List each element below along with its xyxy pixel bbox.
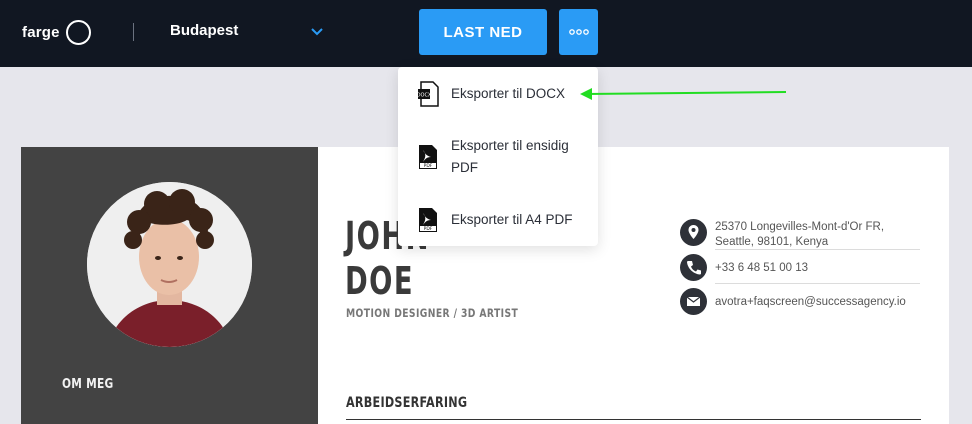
svg-text:PDF: PDF [424, 163, 433, 169]
location-pin-icon [680, 219, 707, 246]
section-divider [346, 419, 921, 420]
contact-divider [715, 249, 920, 250]
contact-email: avotra+faqscreen@successagency.io [680, 288, 920, 318]
menu-item-export-a4-pdf[interactable]: PDF Eksporter til A4 PDF [398, 205, 598, 235]
email-icon [680, 288, 707, 315]
email-address: avotra+faqscreen@successagency.io [715, 296, 906, 308]
menu-item-export-docx[interactable]: DOCX Eksporter til DOCX [398, 79, 598, 109]
menu-item-label: Eksporter til DOCX [451, 86, 566, 101]
download-button[interactable]: LAST NED [419, 9, 547, 55]
chevron-down-icon[interactable] [309, 24, 325, 40]
contact-divider [715, 283, 920, 284]
menu-item-label-line2: PDF [451, 160, 478, 175]
menu-item-label-line1: Eksporter til ensidig [451, 138, 569, 153]
address-line2: Seattle, 98101, Kenya [715, 236, 829, 248]
svg-text:DOCX: DOCX [417, 93, 432, 99]
color-swatch-icon[interactable] [65, 20, 91, 45]
export-menu: DOCX Eksporter til DOCX PDF Eksporter ti… [398, 67, 598, 246]
color-picker[interactable]: farge [22, 20, 91, 45]
phone-number: +33 6 48 51 00 13 [715, 262, 809, 274]
menu-item-export-single-page-pdf[interactable]: PDF Eksporter til ensidig PDF [398, 135, 598, 179]
more-options-button[interactable] [559, 9, 598, 55]
template-name[interactable]: Budapest [170, 22, 238, 39]
color-label: farge [22, 24, 60, 41]
svg-text:PDF: PDF [424, 226, 433, 232]
contact-phone: +33 6 48 51 00 13 [680, 254, 920, 284]
contact-address: 25370 Longevilles-Mont-d'Or FR, Seattle,… [680, 219, 920, 251]
annotation-arrow-icon [580, 88, 787, 100]
menu-item-label: Eksporter til A4 PDF [451, 212, 573, 227]
top-bar: farge Budapest LAST NED [0, 0, 972, 67]
experience-section-title: ARBEIDSERFARING [346, 395, 468, 411]
pdf-file-icon: PDF [419, 208, 437, 232]
phone-icon [680, 254, 707, 281]
resume-job-title: MOTION DESIGNER / 3D ARTIST [346, 306, 519, 320]
more-dots-icon [568, 29, 589, 35]
avatar [87, 182, 252, 347]
address-line1: 25370 Longevilles-Mont-d'Or FR, [715, 221, 885, 233]
topbar-divider [133, 23, 134, 41]
docx-file-icon: DOCX [417, 81, 439, 107]
pdf-file-icon: PDF [419, 145, 437, 169]
resume-last-name: DOE [345, 259, 414, 303]
about-section-title: OM MEG [62, 377, 114, 392]
